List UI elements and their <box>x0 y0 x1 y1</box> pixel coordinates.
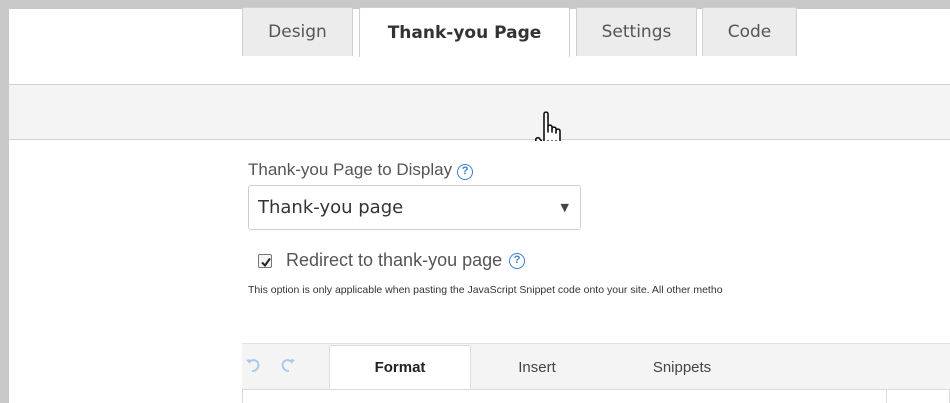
question-circle-icon[interactable]: ? <box>457 164 474 180</box>
thankyou-page-label: Thank-you Page to Display? <box>248 160 474 180</box>
redirect-note: This option is only applicable when past… <box>248 284 723 296</box>
editor-body[interactable] <box>242 389 950 403</box>
dropdown-arrow-icon: ▼ <box>560 201 569 214</box>
thankyou-page-select[interactable]: Thank-you page ▼ <box>248 185 581 230</box>
editor-tab-snippets[interactable]: Snippets <box>620 345 744 389</box>
redirect-row: Redirect to thank-you page ? <box>258 250 526 271</box>
undo-icon[interactable] <box>243 355 263 375</box>
main-tabbar <box>9 85 950 140</box>
tab-settings[interactable]: Settings <box>576 7 697 56</box>
checkmark-icon <box>261 257 271 267</box>
tab-design[interactable]: Design <box>242 7 353 56</box>
window-frame-left <box>0 9 9 403</box>
redirect-label: Redirect to thank-you page <box>286 250 503 270</box>
question-circle-icon[interactable]: ? <box>509 252 526 269</box>
editor-tab-format[interactable]: Format <box>329 345 471 389</box>
redo-icon[interactable] <box>278 355 298 375</box>
redirect-checkbox[interactable] <box>258 253 272 268</box>
tab-code[interactable]: Code <box>702 7 797 56</box>
editor-divider <box>886 390 887 403</box>
tab-thank-you-page[interactable]: Thank-you Page <box>359 7 570 57</box>
editor-tab-insert[interactable]: Insert <box>485 345 589 389</box>
select-value: Thank-you page <box>258 197 404 218</box>
